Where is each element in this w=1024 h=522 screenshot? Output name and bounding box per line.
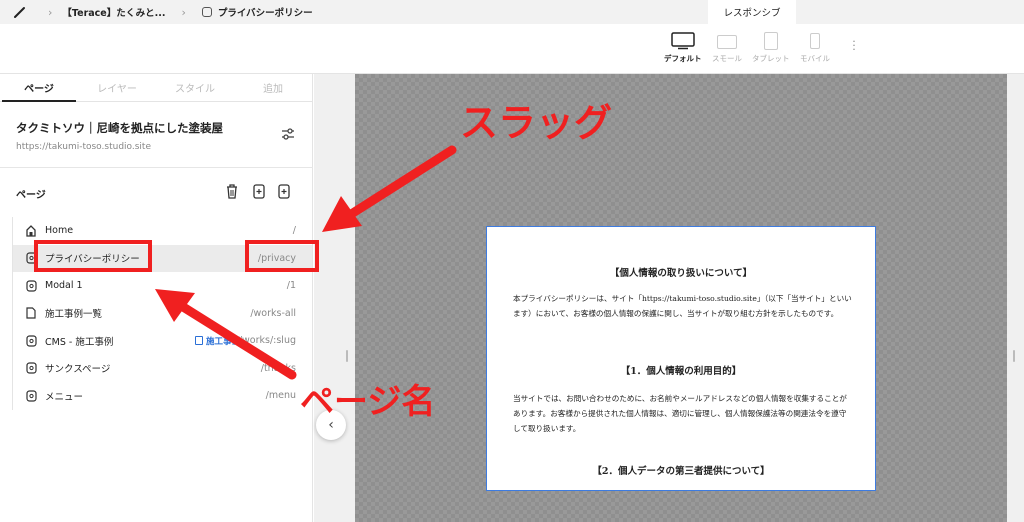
laptop-icon bbox=[717, 35, 737, 49]
tablet-icon bbox=[763, 32, 778, 50]
pen-icon[interactable] bbox=[12, 4, 28, 20]
device-tablet-button[interactable]: タブレット bbox=[752, 32, 790, 64]
preview-page[interactable]: 【個人情報の取り扱いについて】 本プライバシーポリシーは、サイト「https:/… bbox=[486, 226, 876, 491]
sidebar: ページ レイヤー スタイル 追加 タクミトソウ｜尼崎を拠点にした塗装屋 http… bbox=[0, 74, 313, 522]
preview-heading: 【2．個人データの第三者提供について】 bbox=[592, 466, 770, 477]
canvas-gutter-left bbox=[314, 74, 355, 522]
device-label: デフォルト bbox=[664, 54, 702, 63]
device-label: スモール bbox=[712, 54, 742, 63]
home-icon bbox=[25, 224, 37, 237]
chevron-right-icon: › bbox=[48, 5, 53, 19]
page-name: Modal 1 bbox=[45, 280, 83, 292]
site-name: タクミトソウ｜尼崎を拠点にした塗装屋 bbox=[16, 121, 223, 135]
page-name-annotation-label: ページ名 bbox=[300, 382, 436, 422]
site-url[interactable]: https://takumi-toso.studio.site bbox=[16, 142, 223, 152]
slug-highlight-box bbox=[245, 240, 319, 272]
add-page-icon[interactable] bbox=[276, 182, 292, 200]
page-slug: /thanks bbox=[260, 362, 296, 374]
page-name: CMS - 施工事例 bbox=[45, 336, 114, 348]
duplicate-page-icon[interactable] bbox=[251, 182, 267, 200]
top-bar: › 【Terace】たくみと... › プライバシーポリシー レスポンシブ bbox=[0, 0, 1024, 24]
badge-label: 施工事例 bbox=[205, 336, 240, 347]
chevron-right-icon: › bbox=[181, 5, 186, 19]
page-row-cms-works[interactable]: CMS - 施工事例 施工事例 /works/:slug bbox=[13, 327, 312, 355]
page-slug: /1 bbox=[286, 280, 296, 292]
sidebar-tabs: ページ レイヤー スタイル 追加 bbox=[0, 74, 312, 102]
trash-icon[interactable] bbox=[224, 182, 240, 200]
settings-sliders-icon[interactable] bbox=[280, 126, 296, 142]
tab-layers[interactable]: レイヤー bbox=[78, 74, 156, 101]
divider bbox=[0, 167, 313, 168]
page-row-thanks[interactable]: サンクスページ /thanks bbox=[13, 355, 312, 383]
tab-styles[interactable]: スタイル bbox=[156, 74, 234, 101]
breadcrumb-page[interactable]: プライバシーポリシー bbox=[218, 5, 313, 19]
preview-heading: 【1．個人情報の利用目的】 bbox=[620, 366, 742, 377]
tab-responsive[interactable]: レスポンシブ bbox=[708, 0, 796, 24]
device-small-button[interactable]: スモール bbox=[712, 32, 742, 64]
page-slug: /works-all bbox=[250, 307, 296, 319]
page-row-menu[interactable]: メニュー /menu bbox=[13, 382, 312, 410]
tab-pages[interactable]: ページ bbox=[0, 74, 78, 102]
mobile-icon bbox=[810, 33, 820, 49]
collection-icon bbox=[194, 336, 203, 346]
page-settings-icon bbox=[201, 7, 212, 17]
page-slug: / bbox=[292, 225, 296, 237]
resize-handle-left[interactable] bbox=[346, 350, 348, 362]
cms-collection-badge[interactable]: 施工事例 bbox=[194, 335, 240, 347]
device-label: モバイル bbox=[800, 54, 830, 63]
page-settings-icon bbox=[25, 390, 37, 402]
device-default-button[interactable]: デフォルト bbox=[664, 32, 702, 64]
page-name: 施工事例一覧 bbox=[45, 309, 103, 321]
page-slug: /works/:slug bbox=[238, 335, 296, 347]
monitor-icon bbox=[671, 32, 695, 50]
device-label: タブレット bbox=[752, 54, 790, 63]
page-settings-icon bbox=[25, 335, 37, 347]
site-info: タクミトソウ｜尼崎を拠点にした塗装屋 https://takumi-toso.s… bbox=[16, 120, 223, 152]
resize-handle-right[interactable] bbox=[1013, 350, 1015, 362]
page-name: メニュー bbox=[45, 391, 84, 403]
page-settings-icon bbox=[25, 280, 37, 292]
page-settings-icon bbox=[25, 362, 37, 374]
more-options-icon[interactable]: · · · bbox=[850, 36, 858, 55]
device-mobile-button[interactable]: モバイル bbox=[800, 32, 830, 64]
canvas-gutter-right bbox=[1007, 74, 1024, 522]
preview-paragraph: 当サイトでは、お問い合わせのために、お名前やメールアドレスなどの個人情報を収集す… bbox=[513, 394, 847, 433]
page-name: サンクスページ bbox=[45, 364, 111, 376]
device-toolbar: デフォルト スモール タブレット モバイル · · · bbox=[0, 24, 1024, 74]
slug-annotation-label: スラッグ bbox=[460, 101, 613, 145]
pages-heading: ページ bbox=[16, 190, 46, 201]
page-row-modal[interactable]: Modal 1 /1 bbox=[13, 272, 312, 300]
tab-add[interactable]: 追加 bbox=[234, 74, 312, 101]
breadcrumb-project[interactable]: 【Terace】たくみと... bbox=[62, 5, 165, 19]
page-slug: /menu bbox=[265, 390, 296, 402]
page-row-works-all[interactable]: 施工事例一覧 /works-all bbox=[13, 300, 312, 328]
preview-paragraph: 本プライバシーポリシーは、サイト「https://takumi-toso.stu… bbox=[513, 294, 852, 318]
page-name-highlight-box bbox=[34, 240, 152, 272]
document-icon bbox=[25, 307, 37, 319]
preview-heading: 【個人情報の取り扱いについて】 bbox=[609, 268, 753, 279]
page-name: Home bbox=[45, 225, 74, 237]
